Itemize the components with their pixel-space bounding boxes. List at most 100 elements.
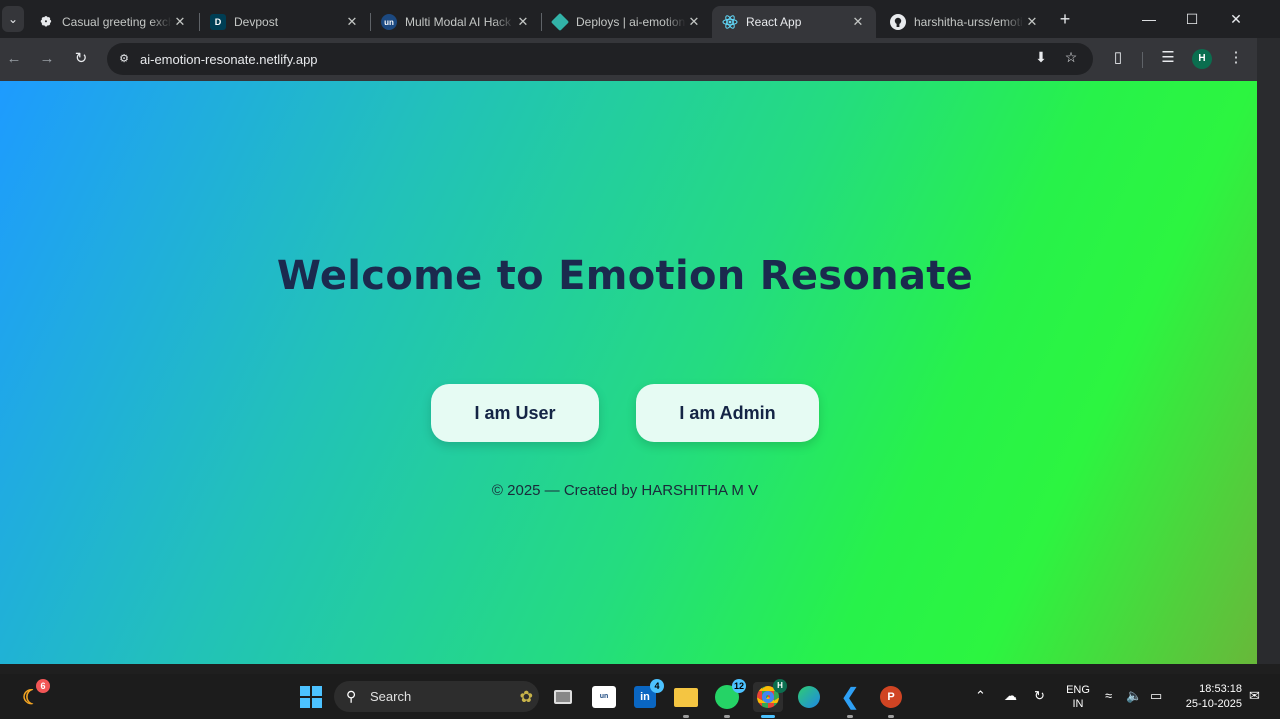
- unstop-icon: un: [381, 14, 397, 30]
- volume-icon[interactable]: 🔈: [1126, 688, 1142, 704]
- battery-icon[interactable]: ▭: [1150, 688, 1162, 704]
- running-indicator: [888, 715, 894, 718]
- folder-icon: [674, 687, 698, 707]
- user-login-button[interactable]: I am User: [431, 384, 599, 442]
- window-edge: [1257, 38, 1280, 664]
- notification-badge: 6: [36, 679, 50, 693]
- arrow-left-icon: ←: [6, 50, 22, 67]
- plus-icon: +: [1059, 9, 1071, 29]
- start-button[interactable]: [296, 682, 326, 712]
- arrow-right-icon: →: [39, 50, 55, 67]
- browser-toolbar: ← → ↻ ⚙ ai-emotion-resonate.netlify.app …: [0, 38, 1258, 81]
- address-bar[interactable]: ⚙ ai-emotion-resonate.netlify.app: [107, 43, 1093, 75]
- windows-taskbar: ☾ 6 ⚲ Search ✿ un in 4 12 H ❮ P ⌃ ☁ ↻ EN…: [0, 674, 1280, 719]
- tab-title: harshitha-urss/emoti: [914, 15, 1023, 29]
- active-indicator: [761, 715, 775, 718]
- page-viewport: Welcome to Emotion Resonate I am User I …: [0, 81, 1257, 664]
- minimize-button[interactable]: —: [1127, 0, 1171, 38]
- notification-badge: 12: [731, 679, 746, 693]
- extensions-icon[interactable]: ▯: [1107, 47, 1129, 69]
- react-icon: [722, 14, 738, 30]
- page-title: Welcome to Emotion Resonate: [276, 253, 974, 299]
- close-icon[interactable]: ✕: [686, 14, 702, 30]
- search-highlight-icon: ✿: [519, 688, 533, 706]
- github-icon: [890, 14, 906, 30]
- minimize-icon: —: [1142, 11, 1156, 27]
- weather-widget[interactable]: ☾ 6: [16, 679, 50, 712]
- close-icon[interactable]: ✕: [850, 14, 866, 30]
- windows-logo-icon: [300, 686, 322, 708]
- tab-title: Casual greeting exch: [62, 15, 172, 29]
- sync-icon[interactable]: ↻: [1034, 688, 1045, 704]
- menu-kebab-icon[interactable]: ⋮: [1225, 47, 1247, 69]
- linkedin-app[interactable]: in 4: [630, 679, 664, 712]
- profile-badge: H: [773, 679, 787, 693]
- unstop-app[interactable]: un: [589, 682, 619, 712]
- notifications-icon[interactable]: ✉: [1249, 688, 1260, 704]
- tab-github[interactable]: harshitha-urss/emoti ✕: [880, 6, 1050, 38]
- url-text[interactable]: ai-emotion-resonate.netlify.app: [140, 52, 318, 67]
- toolbar-divider: [1142, 52, 1143, 68]
- unstop-icon: un: [592, 686, 616, 708]
- search-label: Search: [370, 689, 412, 704]
- whatsapp-app[interactable]: 12: [712, 679, 746, 718]
- admin-login-button[interactable]: I am Admin: [636, 384, 819, 442]
- edge-icon: [798, 686, 820, 708]
- bookmark-star-icon[interactable]: ☆: [1061, 47, 1081, 67]
- tab-title: Multi Modal AI Hack: [405, 15, 512, 29]
- forward-button[interactable]: →: [36, 48, 58, 70]
- close-icon: ✕: [1230, 10, 1242, 27]
- profile-avatar[interactable]: H: [1192, 49, 1212, 69]
- maximize-icon: ☐: [1185, 10, 1199, 27]
- tab-unstop[interactable]: un Multi Modal AI Hack ✕: [371, 6, 541, 38]
- close-window-button[interactable]: ✕: [1214, 0, 1258, 38]
- reload-icon: ↻: [74, 50, 88, 67]
- file-explorer-app[interactable]: [671, 682, 701, 718]
- powerpoint-app[interactable]: P: [876, 682, 906, 718]
- running-indicator: [847, 715, 853, 718]
- close-icon[interactable]: ✕: [344, 14, 360, 30]
- close-icon[interactable]: ✕: [1024, 14, 1040, 30]
- tab-netlify[interactable]: Deploys | ai-emotion ✕: [542, 6, 712, 38]
- close-icon[interactable]: ✕: [172, 14, 188, 30]
- powerpoint-icon: P: [880, 686, 902, 708]
- media-controls-icon[interactable]: ☰: [1157, 47, 1179, 69]
- notification-badge: 4: [650, 679, 664, 693]
- system-clock[interactable]: 18:53:18 25-10-2025: [1178, 682, 1242, 712]
- language-indicator[interactable]: ENG IN: [1066, 683, 1090, 711]
- install-app-icon[interactable]: ⬇: [1031, 47, 1051, 67]
- netlify-icon: [550, 12, 570, 32]
- edge-app[interactable]: [794, 682, 824, 712]
- search-icon: ⚲: [346, 688, 357, 704]
- wifi-icon[interactable]: ≈: [1105, 688, 1112, 703]
- tab-title: Devpost: [234, 15, 279, 29]
- desktop-strip: [0, 664, 1280, 674]
- tab-react-app[interactable]: React App ✕: [712, 6, 876, 38]
- taskbar-search[interactable]: ⚲ Search ✿: [334, 681, 539, 712]
- tab-strip: ⌄ ❁ Casual greeting exch ✕ D Devpost ✕ u…: [0, 0, 1280, 38]
- vscode-app[interactable]: ❮: [835, 682, 865, 718]
- language-code: ENG: [1066, 684, 1090, 696]
- close-icon[interactable]: ✕: [515, 14, 531, 30]
- maximize-button[interactable]: ☐: [1170, 0, 1214, 38]
- task-view-button[interactable]: [548, 682, 578, 712]
- chevron-down-icon: ⌄: [7, 12, 19, 26]
- clock-time: 18:53:18: [1199, 683, 1242, 695]
- vscode-icon: ❮: [840, 684, 860, 709]
- tab-title: React App: [746, 15, 802, 29]
- tab-devpost[interactable]: D Devpost ✕: [200, 6, 370, 38]
- running-indicator: [683, 715, 689, 718]
- devpost-icon: D: [210, 14, 226, 30]
- site-settings-icon[interactable]: ⚙: [116, 51, 132, 67]
- reload-button[interactable]: ↻: [70, 48, 92, 70]
- tab-chatgpt[interactable]: ❁ Casual greeting exch ✕: [28, 6, 198, 38]
- running-indicator: [724, 715, 730, 718]
- new-tab-button[interactable]: +: [1054, 8, 1076, 30]
- tray-chevron-up-icon[interactable]: ⌃: [975, 688, 986, 704]
- back-button[interactable]: ←: [3, 48, 25, 70]
- tab-search-button[interactable]: ⌄: [2, 6, 24, 32]
- onedrive-icon[interactable]: ☁: [1004, 688, 1017, 704]
- chrome-app[interactable]: H: [753, 679, 787, 718]
- footer-credit: © 2025 — Created by HARSHITHA M V: [491, 482, 759, 499]
- task-view-icon: [554, 690, 572, 704]
